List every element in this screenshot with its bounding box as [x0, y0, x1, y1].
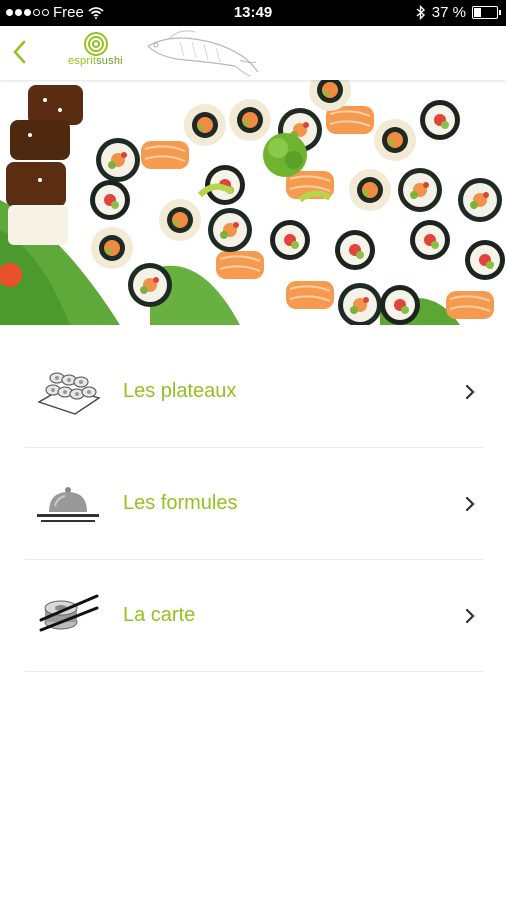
sushi-tray-icon — [37, 372, 101, 415]
logo-text: espritsushi — [68, 55, 123, 67]
menu-item-label: Les plateaux — [123, 380, 237, 402]
menu-item-plateaux[interactable]: Les plateaux — [25, 336, 483, 448]
battery-percent: 37 % — [431, 4, 466, 21]
chevron-right-icon — [465, 496, 475, 512]
chopsticks-icon — [39, 594, 99, 632]
status-right: 37 % — [416, 4, 501, 21]
menu-list: Les plateaux Les formules La carte — [25, 336, 483, 672]
menu-item-carte[interactable]: La carte — [25, 560, 483, 672]
nav-bar: espritsushi — [0, 26, 506, 80]
logo-swirl-icon — [84, 32, 108, 56]
chevron-right-icon — [465, 384, 475, 400]
cloche-icon — [37, 487, 99, 522]
menu-item-label: Les formules — [123, 492, 238, 514]
status-bar: Free 13:49 37 % — [0, 0, 506, 26]
menu-item-formules[interactable]: Les formules — [25, 448, 483, 560]
bluetooth-icon — [416, 5, 425, 20]
back-chevron-icon[interactable] — [8, 38, 32, 66]
battery-icon — [472, 6, 501, 19]
logo-text-left: esprit — [68, 55, 97, 67]
logo-text-right: sushi — [96, 55, 123, 67]
chevron-right-icon — [465, 608, 475, 624]
fish-sketch-icon — [147, 30, 259, 77]
sushi-platter-image — [0, 80, 506, 325]
menu-item-label: La carte — [123, 604, 196, 626]
